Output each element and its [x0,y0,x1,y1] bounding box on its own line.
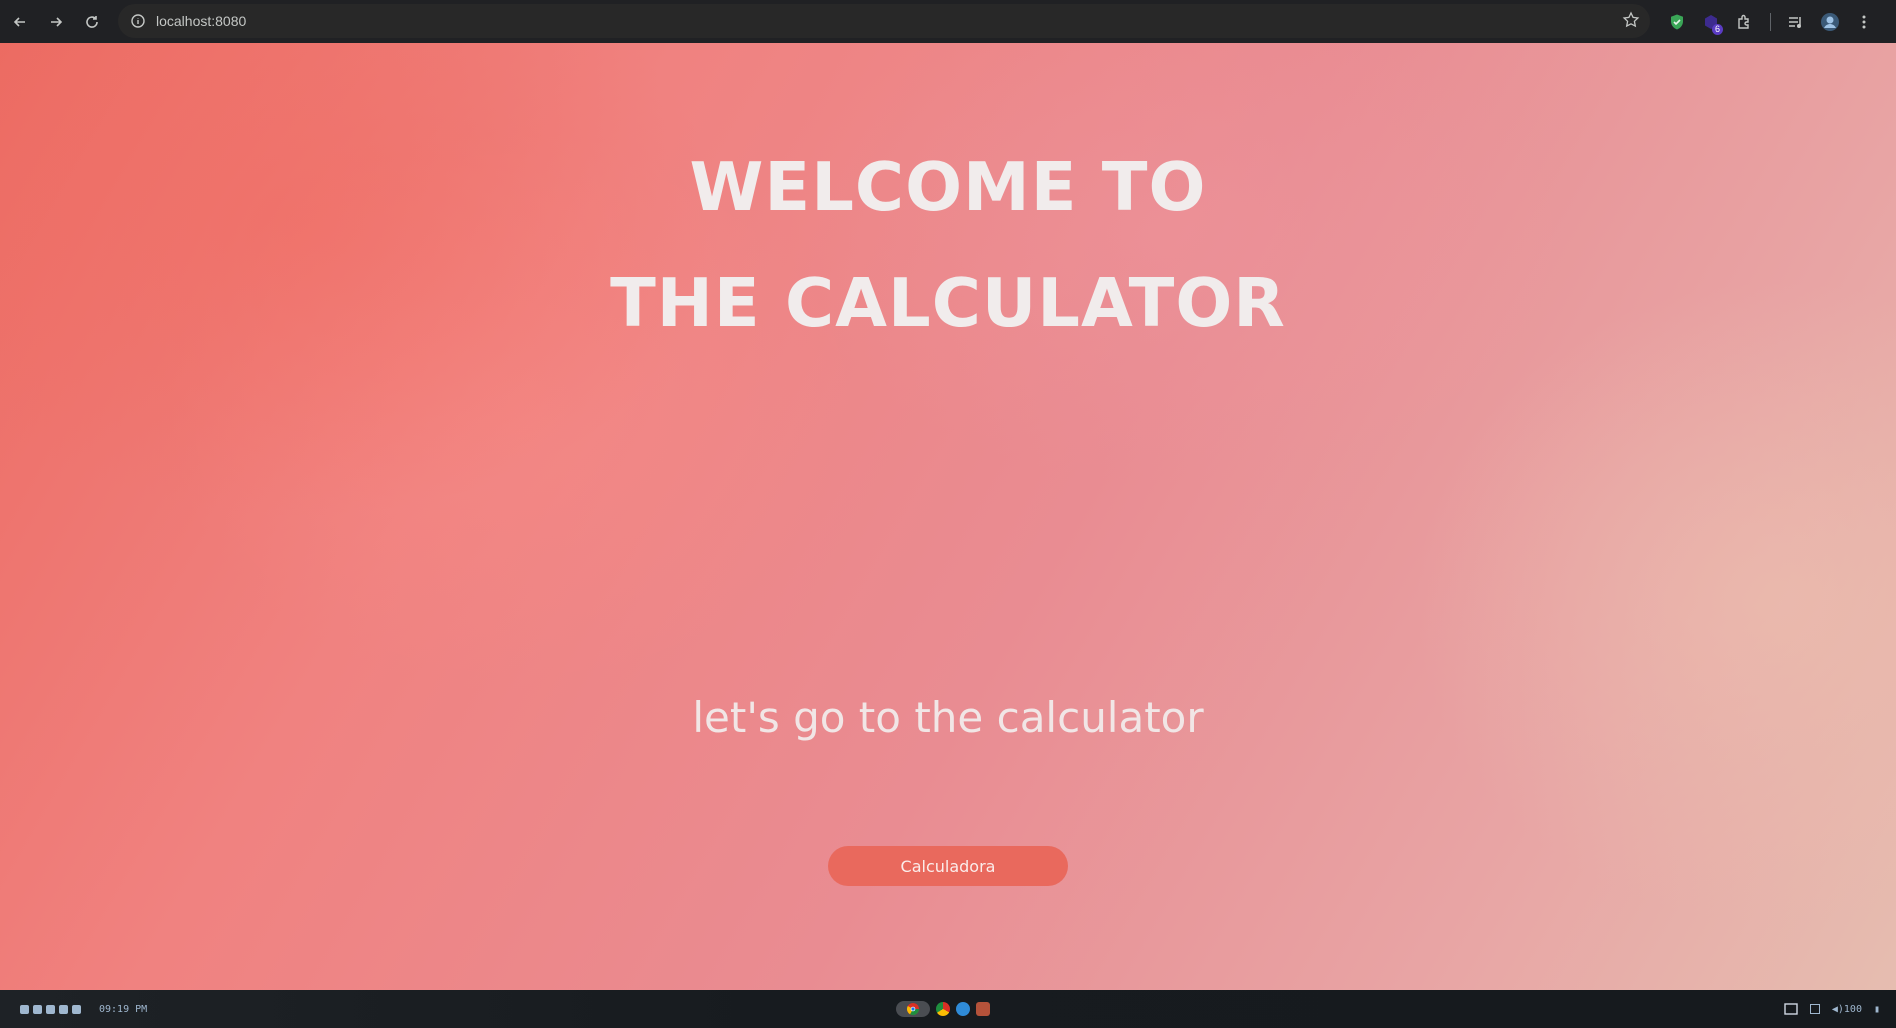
browser-menu-button[interactable] [1847,7,1881,37]
extensions-area: 6 [1660,0,1881,43]
site-info-icon[interactable] [130,13,146,29]
title-line-2: THE CALCULATOR [610,264,1286,342]
chrome-app-icon[interactable] [936,1002,950,1016]
window-icon[interactable] [46,1004,55,1014]
bookmark-star-icon[interactable] [1622,11,1640,29]
reload-icon [86,15,98,28]
monitor-icon[interactable] [1809,1004,1820,1014]
media-controls-button[interactable] [1779,7,1813,37]
chrome-icon [907,1003,919,1015]
game-app-icon[interactable] [976,1002,990,1016]
battery-icon: ▮ [1873,1003,1880,1015]
forward-arrow-icon [51,16,63,27]
profile-button[interactable] [1813,7,1847,37]
power-icon[interactable] [20,1004,29,1014]
files-icon[interactable] [33,1004,42,1014]
puzzle-icon [1738,14,1749,29]
forward-button[interactable] [41,7,71,37]
extensions-menu-button[interactable] [1728,7,1762,37]
vscode-app-icon[interactable] [956,1002,970,1016]
taskbar-left: 09:19 PM [20,990,147,1028]
shield-icon [1671,14,1683,29]
subtitle: let's go to the calculator [692,693,1204,742]
page-content: WELCOME TO THE CALCULATOR let's go to th… [0,43,1896,990]
speaker-icon: ◀) [1831,1003,1844,1015]
taskbar-tray: ◀)100 ▮ [1784,990,1880,1028]
os-taskbar: 09:19 PM ◀)100 ▮ [0,990,1896,1028]
playlist-icon [1789,16,1801,28]
toolbar-divider [1770,12,1771,31]
hex-extension-button[interactable]: 6 [1694,7,1728,37]
chrome-app-active[interactable] [896,1001,930,1017]
volume-level: 100 [1843,1003,1862,1015]
shield-extension-button[interactable] [1660,7,1694,37]
reload-button[interactable] [77,7,107,37]
extension-badge: 6 [1712,23,1723,35]
address-bar[interactable]: localhost:8080 [118,4,1650,38]
settings-icon[interactable] [59,1004,68,1014]
back-arrow-icon [13,16,25,27]
browser-toolbar: localhost:8080 6 [0,0,1896,43]
kebab-menu-icon [1862,15,1866,28]
window-switch-icon[interactable] [1784,1003,1798,1015]
taskbar-clock: 09:19 PM [99,1003,148,1015]
taskbar-apps [896,990,990,1028]
volume-indicator[interactable]: ◀)100 [1832,1004,1862,1015]
back-button[interactable] [5,7,35,37]
url-text[interactable]: localhost:8080 [156,13,246,29]
calculator-button[interactable]: Calculadora [828,846,1068,886]
title-line-1: WELCOME TO [689,148,1207,226]
avatar-icon [1821,12,1839,31]
home-icon[interactable] [72,1004,81,1014]
